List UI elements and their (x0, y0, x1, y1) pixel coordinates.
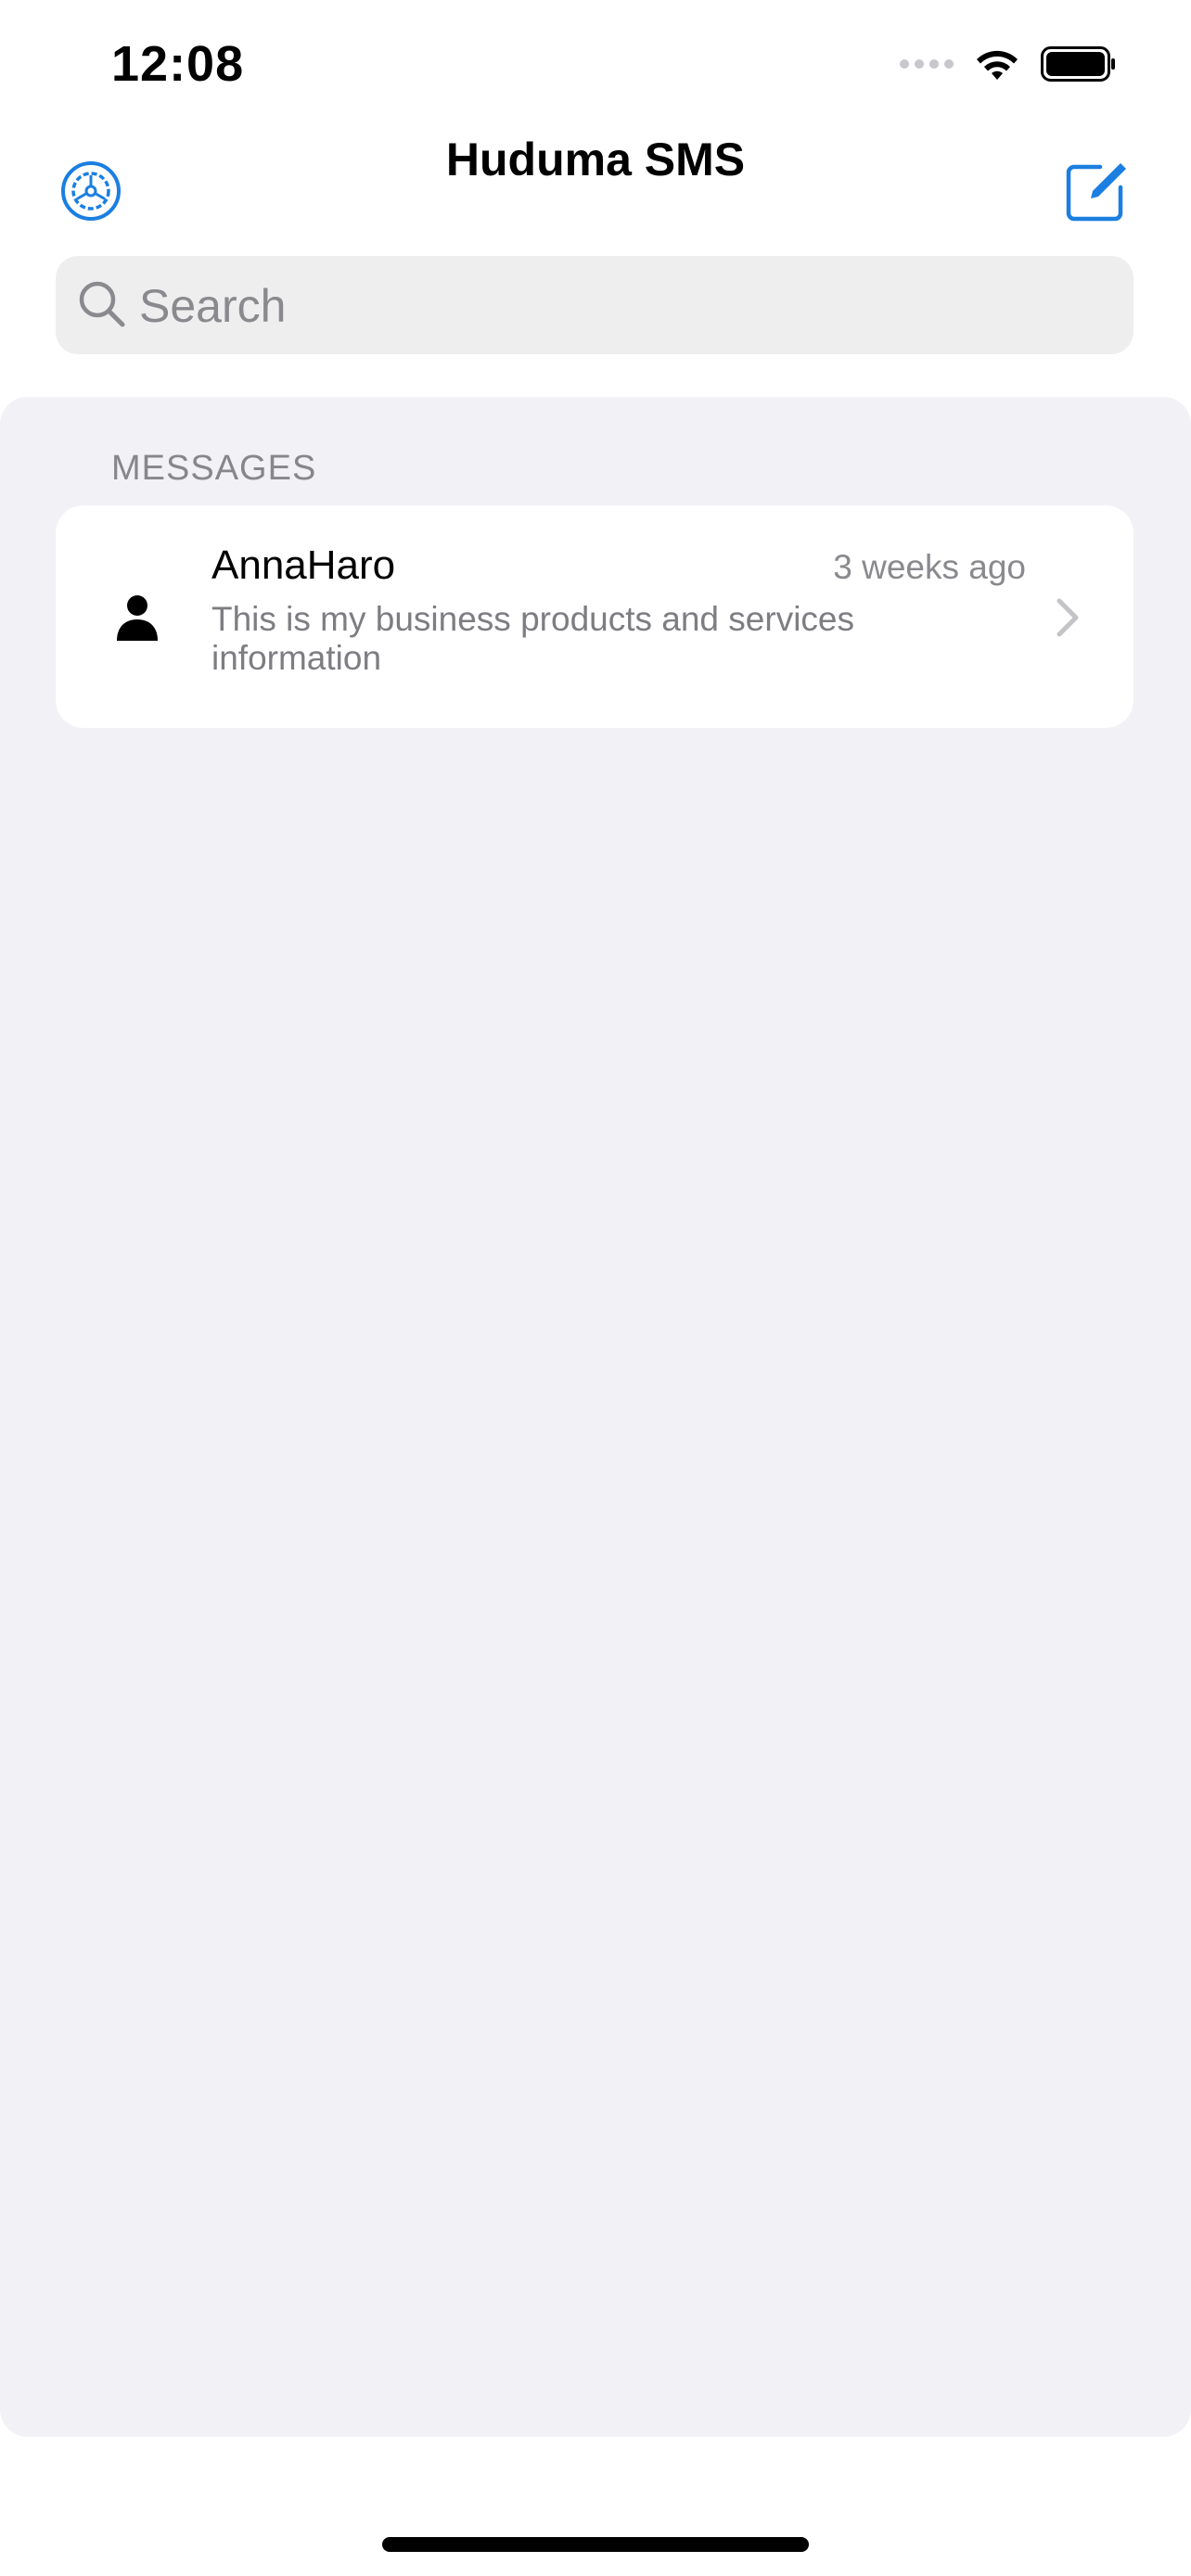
compose-icon (1066, 163, 1126, 222)
chevron-right-icon (1057, 598, 1079, 637)
person-icon (117, 595, 158, 641)
battery-icon (1041, 46, 1115, 82)
section-header: MESSAGES (111, 449, 317, 488)
message-timestamp: 3 weeks ago (833, 548, 1026, 586)
message-sender: AnnaHaro (211, 542, 396, 588)
message-list-item[interactable]: AnnaHaro 3 weeks ago This is my business… (56, 505, 1133, 728)
navigation-bar: Huduma SMS (0, 130, 1191, 250)
signal-dots-icon (900, 59, 954, 69)
wifi-icon (977, 50, 1018, 80)
status-time: 12:08 (111, 36, 245, 92)
search-icon (79, 281, 125, 327)
message-preview: This is my business products and service… (211, 600, 854, 677)
status-icons (900, 46, 1117, 82)
page-title: Huduma SMS (445, 134, 746, 185)
search-bar[interactable] (56, 256, 1133, 356)
home-indicator[interactable] (382, 2537, 809, 2552)
messages-panel: MESSAGES AnnaHaro 3 weeks ago This is my… (0, 397, 1191, 2437)
status-bar: 12:08 (0, 0, 1191, 130)
compose-button[interactable] (1063, 158, 1130, 224)
search-input[interactable] (137, 256, 1106, 356)
